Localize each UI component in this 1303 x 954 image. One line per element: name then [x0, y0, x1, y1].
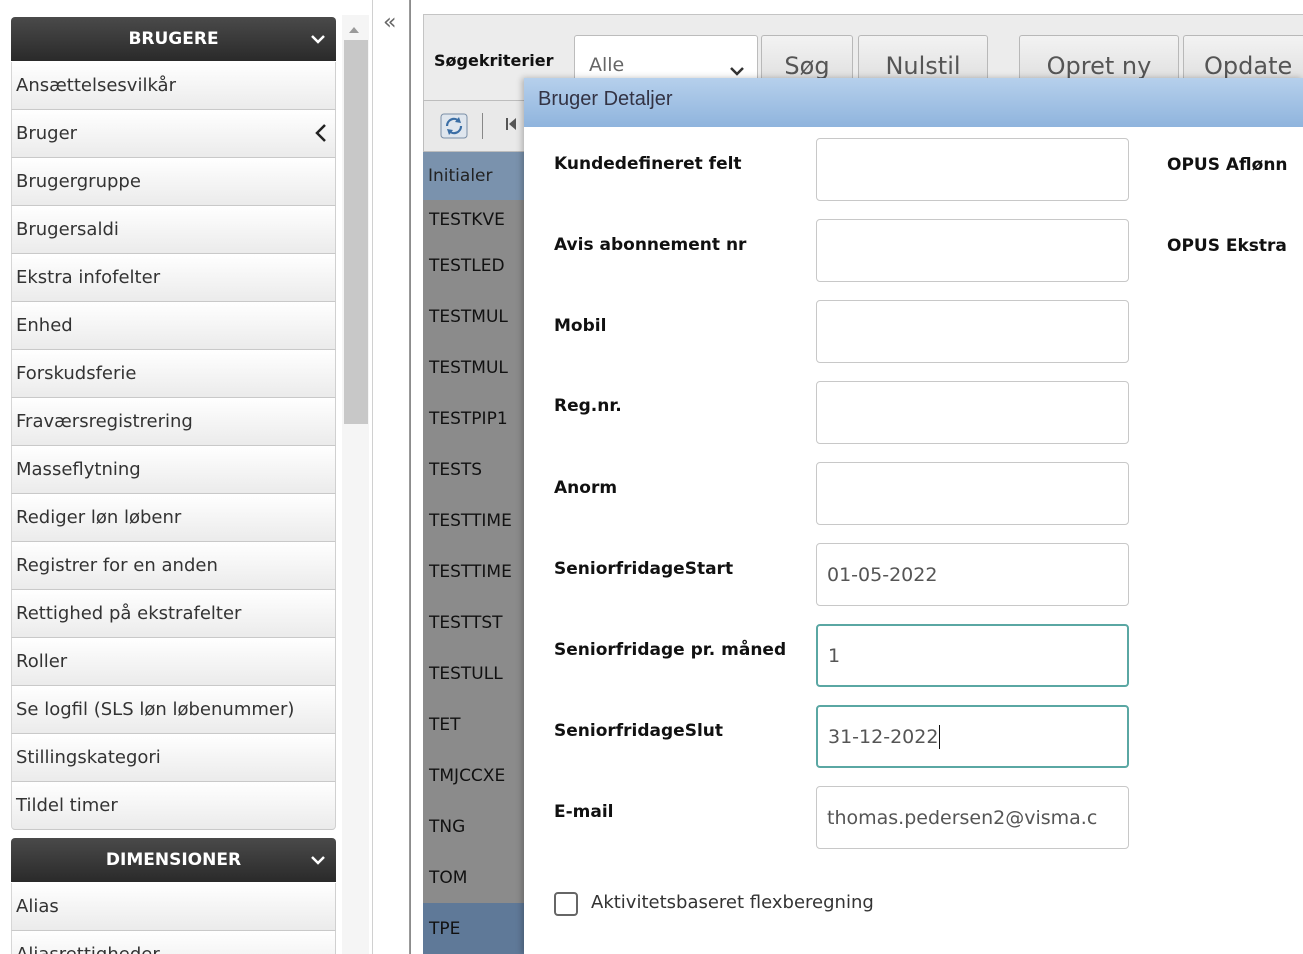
dialog-title[interactable]: Bruger Detaljer: [524, 78, 1303, 127]
table-row[interactable]: TMJCCXE: [423, 750, 525, 801]
sidebar-item-label: Stillingskategori: [16, 747, 161, 768]
checkbox-label[interactable]: Aktivitetsbaseret flexberegning: [591, 892, 874, 913]
sidebar-item-label: Rettighed på ekstrafelter: [16, 603, 242, 624]
sidebar-item-stillingskategori[interactable]: Stillingskategori: [11, 734, 336, 782]
sidebar-item-label: Ekstra infofelter: [16, 267, 161, 288]
field-label-kundedefineret-felt: Kundedefineret felt: [554, 154, 742, 174]
sidebar-item-label: Enhed: [16, 315, 73, 336]
seniorfridage-start-input[interactable]: 01-05-2022: [816, 543, 1129, 606]
sidebar-item-alias[interactable]: Alias: [11, 883, 336, 931]
field-label-anorm: Anorm: [554, 478, 618, 498]
sidebar-item-se-logfil[interactable]: Se logfil (SLS løn løbenummer): [11, 686, 336, 734]
sidebar-item-fravaersregistrering[interactable]: Fraværsregistrering: [11, 398, 336, 446]
criteria-label: Søgekriterier: [434, 51, 554, 70]
seniorfridage-pr-maaned-input[interactable]: 1: [816, 624, 1129, 687]
scroll-up-icon[interactable]: [348, 21, 360, 39]
table-row[interactable]: TOM: [423, 852, 525, 903]
field-label-seniorfridage-slut: SeniorfridageSlut: [554, 721, 724, 741]
field-label-opus-ekstra: OPUS Ekstra: [1167, 236, 1287, 256]
sidebar-item-rettighed-paa-ekstrafelter[interactable]: Rettighed på ekstrafelter: [11, 590, 336, 638]
column-header-initialer[interactable]: Initialer: [423, 152, 525, 200]
sidebar-item-masseflytning[interactable]: Masseflytning: [11, 446, 336, 494]
sidebar-item-label: Tildel timer: [16, 795, 118, 816]
table-row[interactable]: TESTULL: [423, 648, 525, 699]
sidebar-item-ekstra-infofelter[interactable]: Ekstra infofelter: [11, 254, 336, 302]
collapse-sidebar-icon[interactable]: «: [383, 12, 396, 34]
sidebar-item-registrer-for-en-anden[interactable]: Registrer for en anden: [11, 542, 336, 590]
sidebar-item-label: Brugersaldi: [16, 219, 119, 240]
chevron-left-icon: [315, 123, 327, 148]
table-row[interactable]: TESTTIME: [423, 546, 525, 597]
toolbar-separator: [482, 113, 483, 139]
table-row-selected[interactable]: TPE: [423, 903, 525, 954]
chevron-down-icon: [310, 851, 326, 871]
sidebar-item-label: Registrer for en anden: [16, 555, 218, 576]
table-row[interactable]: TESTKVE: [423, 200, 525, 240]
refresh-icon[interactable]: [440, 113, 468, 144]
table-row[interactable]: TESTLED: [423, 240, 525, 291]
reg-nr-input[interactable]: [816, 381, 1129, 444]
sidebar-item-label: Roller: [16, 651, 68, 672]
table-row[interactable]: TET: [423, 699, 525, 750]
anorm-input[interactable]: [816, 462, 1129, 525]
seniorfridage-slut-value: 31-12-2022: [828, 725, 939, 748]
sidebar-item-aliasrettigheder[interactable]: Aliasrettigheder: [11, 931, 336, 954]
sidebar-item-label: Bruger: [16, 123, 78, 144]
seniorfridage-slut-input[interactable]: 31-12-2022: [816, 705, 1129, 768]
sidebar-item-rediger-loen-loebenr[interactable]: Rediger løn løbenr: [11, 494, 336, 542]
avis-abonnement-nr-input[interactable]: [816, 219, 1129, 282]
sidebar-item-label: Fraværsregistrering: [16, 411, 193, 432]
sidebar-scrollbar[interactable]: [342, 15, 369, 954]
table-row[interactable]: TESTS: [423, 444, 525, 495]
aktivitetsbaseret-flexberegning-checkbox[interactable]: [554, 892, 578, 916]
kundedefineret-felt-input[interactable]: [816, 138, 1129, 201]
sidebar-item-ansaettelsesvilkaar[interactable]: Ansættelsesvilkår: [11, 62, 336, 110]
field-label-mobil: Mobil: [554, 316, 607, 336]
section-header-brugere[interactable]: BRUGERE: [11, 17, 336, 61]
mobil-input[interactable]: [816, 300, 1129, 363]
sidebar-item-tildel-timer[interactable]: Tildel timer: [11, 782, 336, 830]
sidebar-item-label: Rediger løn løbenr: [16, 507, 182, 528]
scrollbar-thumb[interactable]: [344, 40, 368, 424]
table-row[interactable]: TESTMUL: [423, 342, 525, 393]
field-label-reg-nr: Reg.nr.: [554, 396, 622, 416]
sidebar: BRUGERE Ansættelsesvilkår Bruger Brugerg…: [0, 0, 345, 954]
section-title-brugere: BRUGERE: [128, 29, 219, 49]
text-caret: [939, 724, 941, 749]
sidebar-item-label: Se logfil (SLS løn løbenummer): [16, 699, 295, 720]
field-label-seniorfridage-start: SeniorfridageStart: [554, 559, 734, 579]
criteria-select-value: Alle: [589, 54, 625, 76]
sidebar-item-label: Aliasrettigheder: [16, 944, 160, 954]
email-input[interactable]: thomas.pedersen2@visma.c: [816, 786, 1129, 849]
chevron-down-icon: [310, 30, 326, 50]
field-label-avis-abonnement-nr: Avis abonnement nr: [554, 235, 747, 255]
collapse-column: «: [372, 0, 410, 954]
sidebar-item-enhed[interactable]: Enhed: [11, 302, 336, 350]
sidebar-item-label: Brugergruppe: [16, 171, 141, 192]
first-page-icon[interactable]: [505, 117, 517, 136]
table-row[interactable]: TESTMUL: [423, 291, 525, 342]
sidebar-item-label: Alias: [16, 896, 59, 917]
sidebar-item-bruger[interactable]: Bruger: [11, 110, 336, 158]
user-details-dialog: Bruger Detaljer Kundedefineret felt Avis…: [524, 78, 1303, 954]
section-title-dimensioner: DIMENSIONER: [105, 850, 242, 870]
table-row[interactable]: TESTTIME: [423, 495, 525, 546]
sidebar-item-brugergruppe[interactable]: Brugergruppe: [11, 158, 336, 206]
section-header-dimensioner[interactable]: DIMENSIONER: [11, 838, 336, 882]
field-label-email: E-mail: [554, 802, 614, 822]
sidebar-item-roller[interactable]: Roller: [11, 638, 336, 686]
table-row[interactable]: TESTTST: [423, 597, 525, 648]
field-label-seniorfridage-pr-maaned: Seniorfridage pr. måned: [554, 640, 787, 660]
sidebar-item-label: Ansættelsesvilkår: [16, 75, 176, 96]
sidebar-item-label: Masseflytning: [16, 459, 141, 480]
field-label-opus-afloenning: OPUS Aflønn: [1167, 155, 1288, 175]
table-row[interactable]: TESTPIP1: [423, 393, 525, 444]
users-grid: Initialer TESTKVE TESTLED TESTMUL TESTMU…: [423, 152, 525, 954]
sidebar-item-label: Forskudsferie: [16, 363, 137, 384]
sidebar-item-forskudsferie[interactable]: Forskudsferie: [11, 350, 336, 398]
table-row[interactable]: TNG: [423, 801, 525, 852]
sidebar-item-brugersaldi[interactable]: Brugersaldi: [11, 206, 336, 254]
